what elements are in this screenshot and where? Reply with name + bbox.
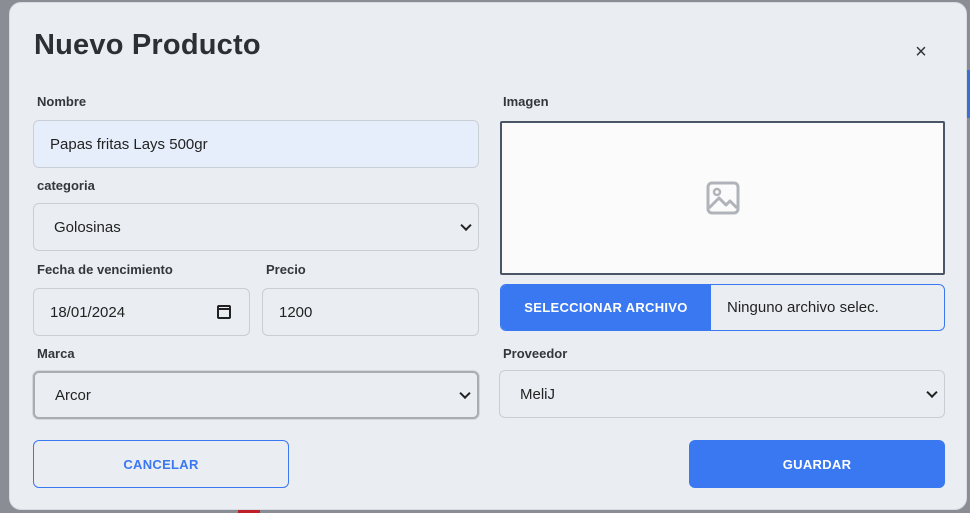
nombre-input[interactable]: Papas fritas Lays 500gr bbox=[33, 120, 479, 168]
cancel-button[interactable]: CANCELAR bbox=[33, 440, 289, 488]
fecha-value: 18/01/2024 bbox=[50, 303, 126, 321]
chevron-down-icon bbox=[459, 387, 471, 400]
image-icon bbox=[706, 181, 739, 215]
proveedor-value: MeliJ bbox=[520, 385, 556, 403]
nombre-value: Papas fritas Lays 500gr bbox=[50, 135, 208, 153]
fecha-label: Fecha de vencimiento bbox=[37, 262, 173, 277]
categoria-label: categoria bbox=[37, 178, 95, 193]
image-preview bbox=[500, 121, 945, 275]
precio-input[interactable]: 1200 bbox=[262, 288, 479, 336]
categoria-value: Golosinas bbox=[54, 218, 121, 236]
close-icon[interactable]: × bbox=[910, 41, 932, 63]
save-button[interactable]: GUARDAR bbox=[689, 440, 945, 488]
new-product-modal: Nuevo Producto × Nombre Papas fritas Lay… bbox=[9, 2, 967, 510]
marca-value: Arcor bbox=[55, 386, 91, 404]
select-file-button[interactable]: SELECCIONAR ARCHIVO bbox=[501, 285, 711, 330]
imagen-label: Imagen bbox=[503, 94, 549, 109]
precio-value: 1200 bbox=[279, 303, 313, 321]
proveedor-label: Proveedor bbox=[503, 346, 568, 361]
precio-label: Precio bbox=[266, 262, 306, 277]
file-status: Ninguno archivo selec. bbox=[727, 299, 879, 316]
categoria-select[interactable]: Golosinas bbox=[33, 203, 479, 251]
modal-title: Nuevo Producto bbox=[34, 29, 261, 61]
nombre-label: Nombre bbox=[37, 94, 87, 109]
calendar-icon[interactable] bbox=[217, 305, 231, 319]
chevron-down-icon bbox=[460, 219, 472, 232]
chevron-down-icon bbox=[926, 386, 938, 399]
fecha-input[interactable]: 18/01/2024 bbox=[33, 288, 250, 336]
marca-select[interactable]: Arcor bbox=[33, 371, 479, 419]
file-picker[interactable]: SELECCIONAR ARCHIVO Ninguno archivo sele… bbox=[500, 284, 945, 331]
proveedor-select[interactable]: MeliJ bbox=[499, 370, 945, 418]
marca-label: Marca bbox=[37, 346, 75, 361]
